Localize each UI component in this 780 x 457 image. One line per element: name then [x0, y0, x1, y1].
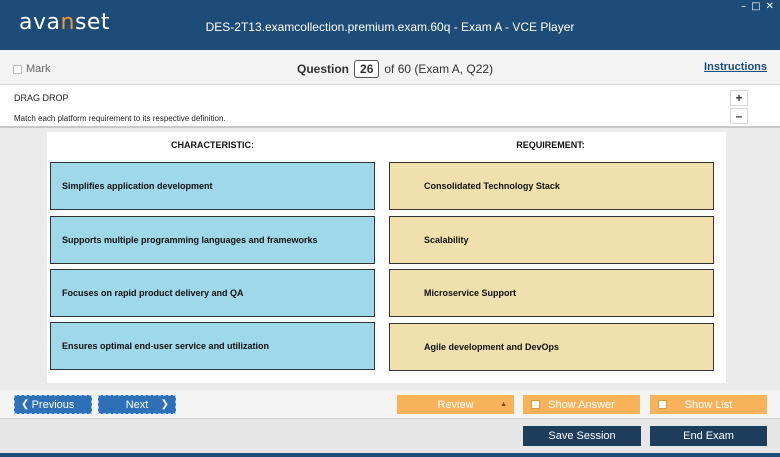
show-list-button[interactable]: Show List [650, 395, 767, 414]
characteristic-item[interactable]: Supports multiple programming languages … [50, 216, 375, 264]
characteristic-header: CHARACTERISTIC: [171, 140, 254, 150]
next-label: Next [125, 398, 149, 411]
previous-label: Previous [31, 398, 75, 411]
mark-label: Mark [26, 63, 51, 75]
save-session-button[interactable]: Save Session [523, 426, 641, 446]
checkbox-icon[interactable] [531, 400, 540, 409]
requirement-item[interactable]: Consolidated Technology Stack [389, 162, 714, 210]
drag-drop-panel: CHARACTERISTIC: REQUIREMENT: Simplifies … [47, 132, 726, 383]
title-bar: avanset DES-2T13.examcollection.premium.… [0, 0, 780, 50]
question-position: Question 26 of 60 (Exam A, Q22) [297, 60, 493, 78]
question-number-input[interactable]: 26 [354, 60, 380, 78]
show-answer-button[interactable]: Show Answer [523, 395, 640, 414]
characteristic-item[interactable]: Focuses on rapid product delivery and QA [50, 269, 375, 317]
review-button[interactable]: Review ▲ [397, 395, 514, 414]
question-content: CHARACTERISTIC: REQUIREMENT: Simplifies … [0, 128, 780, 390]
bottom-bar: Save Session End Exam [0, 418, 780, 453]
window-title: DES-2T13.examcollection.premium.exam.60q… [205, 20, 575, 34]
checkbox-icon[interactable] [658, 400, 667, 409]
next-button[interactable]: Next ❯ [98, 395, 176, 414]
minimize-icon[interactable]: – [741, 2, 746, 12]
question-header: DRAG DROP Match each platform requiremen… [0, 86, 780, 128]
question-total: of 60 (Exam A, Q22) [384, 62, 494, 76]
requirement-item[interactable]: Agile development and DevOps [389, 323, 714, 371]
review-label: Review [437, 398, 474, 411]
previous-button[interactable]: ❮ Previous [14, 395, 92, 414]
question-text: Match each platform requirement to its r… [14, 114, 226, 123]
question-label: Question [297, 62, 350, 76]
close-icon[interactable]: ✕ [766, 2, 774, 12]
question-type: DRAG DROP [14, 93, 69, 103]
instructions-link[interactable]: Instructions [704, 61, 767, 73]
question-bar: Mark Question 26 of 60 (Exam A, Q22) Ins… [0, 50, 780, 85]
chevron-left-icon: ❮ [21, 399, 30, 410]
maximize-icon[interactable]: □ [751, 2, 760, 12]
window-controls: – □ ✕ [741, 2, 774, 12]
end-exam-button[interactable]: End Exam [650, 426, 767, 446]
requirement-item[interactable]: Microservice Support [389, 269, 714, 317]
requirement-item[interactable]: Scalability [389, 216, 714, 264]
show-answer-label: Show Answer [548, 398, 615, 411]
navigation-bar: ❮ Previous Next ❯ Review ▲ Show Answer S… [0, 390, 780, 418]
triangle-up-icon: ▲ [500, 401, 507, 408]
zoom-in-button[interactable]: + [730, 90, 748, 106]
show-list-label: Show List [684, 398, 733, 411]
window-border [0, 453, 780, 457]
characteristic-item[interactable]: Ensures optimal end-user service and uti… [50, 322, 375, 370]
requirement-header: REQUIREMENT: [516, 140, 585, 150]
characteristic-item[interactable]: Simplifies application development [50, 162, 375, 210]
checkbox-icon[interactable] [13, 64, 22, 74]
chevron-right-icon: ❯ [160, 399, 169, 410]
mark-checkbox[interactable]: Mark [13, 63, 50, 75]
zoom-out-button[interactable]: – [730, 108, 748, 124]
